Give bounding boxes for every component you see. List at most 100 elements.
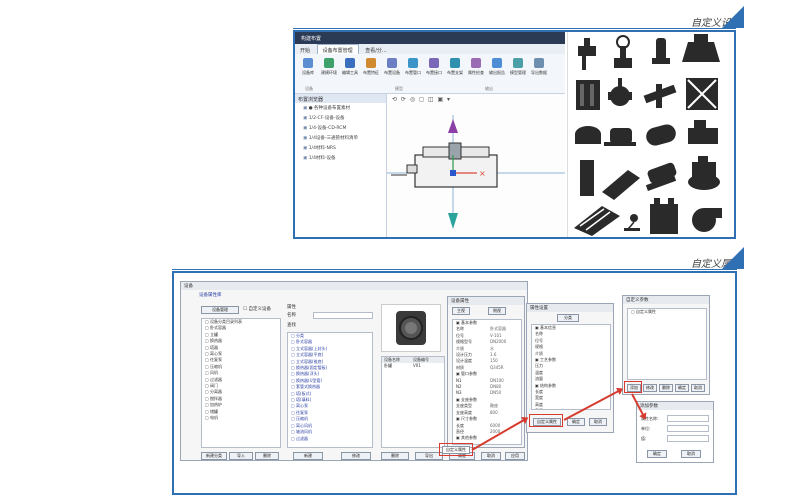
- round-tank-icon: [396, 311, 426, 345]
- list-item[interactable]: ▢ 自定义属性: [628, 309, 706, 315]
- ribbon-toolbar: 设备库 建模环境 编辑工具 布置特征 布置设备 布置管口 布置接口 布置支架 属性检查 输出报告模…: [295, 54, 565, 94]
- ribbon-button[interactable]: 模型管理: [509, 58, 527, 82]
- ribbon-button[interactable]: 布置特征: [362, 58, 380, 82]
- ok-button[interactable]: 确定: [647, 450, 667, 458]
- delete-device-button[interactable]: 删除: [381, 452, 409, 460]
- section-divider: [172, 269, 737, 270]
- tree-item[interactable]: 1/2-CF-设备-设备: [295, 113, 386, 123]
- ribbon-button-label: 布置管口: [405, 70, 421, 75]
- ribbon-button[interactable]: 设备库: [299, 58, 317, 82]
- tree-item[interactable]: 1/4材料-NRS: [295, 143, 386, 153]
- property-grid[interactable]: ▣ 基本信息名称位号规格介质▣ 工艺参数压力温度流量▣ 结构参数长度宽度高度重量…: [531, 324, 611, 410]
- tab-category[interactable]: 分类: [557, 314, 579, 322]
- app-title: 构建布置: [301, 36, 322, 42]
- tree-item[interactable]: 1/4-设备-CD-RCM: [295, 123, 386, 133]
- device-type-list[interactable]: ▢ 分类 ▢ 卧式容器 ▢ 立式容器(上封头) ▢ 立式容器(平底) ▢ 立式容器(锥底…: [287, 332, 373, 448]
- ribbon-button[interactable]: 布置管口: [404, 58, 422, 82]
- edit-device-button[interactable]: 修改: [341, 452, 371, 460]
- tab-side-view[interactable]: 侧视: [488, 307, 506, 315]
- custom-param-list[interactable]: ▢ 自定义属性: [627, 308, 707, 380]
- ribbon-button[interactable]: 布置接口: [425, 58, 443, 82]
- ribbon-group-label: 输出: [485, 86, 493, 91]
- ribbon-button-label: 布置特征: [363, 70, 379, 75]
- ribbon-button[interactable]: 编辑工具: [341, 58, 359, 82]
- tree-item[interactable]: ● 各种设备布置素材: [295, 103, 386, 113]
- cancel-button[interactable]: 取消: [691, 384, 705, 392]
- ok-button[interactable]: 确定: [567, 418, 585, 426]
- device-library-dialog: 设备 设备属性库 设备管理 ☐ 自定义设备 ▢ 设备分类目录列表 ▢ 卧式容器 ▢ …: [180, 281, 528, 461]
- equipment-model-view[interactable]: ×: [387, 105, 565, 235]
- ribbon-button[interactable]: 布置设备: [383, 58, 401, 82]
- property-value[interactable]: [571, 408, 610, 409]
- tab-front-view[interactable]: 主视: [452, 307, 470, 315]
- table-row[interactable]: 卧罐 V01: [382, 363, 444, 369]
- z-axis-arrow-icon: [448, 119, 458, 133]
- new-device-button[interactable]: 新建: [293, 452, 323, 460]
- apply-button[interactable]: 应用: [505, 452, 525, 460]
- ribbon-button[interactable]: 布置支架: [446, 58, 464, 82]
- cancel-button[interactable]: 取消: [589, 418, 607, 426]
- name-label: 名称: [287, 313, 296, 318]
- edit-param-button[interactable]: 修改: [643, 384, 657, 392]
- 3d-viewport[interactable]: ⟲ ⟳ ◎ ◻ ◫ ▣ ▾ ×: [387, 94, 565, 237]
- compressor-icon: [688, 120, 718, 144]
- property-row[interactable]: 重量: [532, 408, 610, 409]
- category-tree[interactable]: ▢ 设备分类目录列表 ▢ 卧式容器 ▢ 立罐 ▢ 换热器 ▢ 塔器 ▢ 离心泵 ▢ 往复泵 ▢…: [201, 318, 281, 448]
- tool-icon: [513, 58, 523, 68]
- tree-item[interactable]: 1/4材料-设备: [295, 153, 386, 163]
- tool-icon: [534, 58, 544, 68]
- blower-icon: [692, 208, 722, 232]
- ribbon-button-label: 布置支架: [447, 70, 463, 75]
- tool-icon: [450, 58, 460, 68]
- ribbon-button[interactable]: 属性检查: [467, 58, 485, 82]
- ribbon-button[interactable]: 建模环境: [320, 58, 338, 82]
- viewport-toolbar[interactable]: ⟲ ⟳ ◎ ◻ ◫ ▣ ▾: [387, 94, 565, 105]
- valve-icon: [578, 38, 596, 70]
- delete-button[interactable]: 删除: [255, 452, 279, 460]
- unit-input[interactable]: [667, 425, 709, 432]
- app-titlebar: 构建布置: [295, 32, 565, 44]
- table-cell: V01: [413, 363, 421, 368]
- cabinet-icon: [576, 80, 600, 110]
- tree-item[interactable]: 1/4设备-三通管材料清单: [295, 133, 386, 143]
- device-table[interactable]: 设备名称 设备编号 卧罐 V01: [381, 356, 445, 448]
- device-thumbnail-gallery: [567, 32, 734, 237]
- dialog-title: 添加参数: [637, 402, 713, 410]
- value-input[interactable]: [667, 435, 709, 442]
- grille-icon: [574, 206, 620, 236]
- ribbon-tabs: 开始 设备布置管理 查看/分...: [295, 44, 565, 56]
- ribbon-button-label: 布置接口: [426, 70, 442, 75]
- tool-icon: [387, 58, 397, 68]
- delete-param-button[interactable]: 删除: [659, 384, 673, 392]
- list-item[interactable]: ▢ 电机: [202, 415, 280, 421]
- device-preview: [381, 304, 441, 352]
- ok-button[interactable]: 确定: [675, 384, 689, 392]
- cancel-button[interactable]: 取消: [481, 452, 501, 460]
- ribbon-button-label: 设备库: [302, 70, 314, 75]
- dialog-title: 自定义参数: [623, 296, 709, 304]
- field-label: 值:: [641, 436, 647, 441]
- pipe-tee-icon: [643, 84, 677, 108]
- list-item[interactable]: ▢ 过滤器: [288, 436, 372, 442]
- ribbon-button[interactable]: 输出报告: [488, 58, 506, 82]
- ribbon-button[interactable]: 导出数据: [530, 58, 548, 82]
- attribute-name-input[interactable]: [667, 415, 709, 422]
- dialog-title: 属性设置: [527, 304, 613, 312]
- motor-icon: [645, 162, 677, 191]
- name-input[interactable]: [313, 312, 373, 319]
- cancel-button[interactable]: 取消: [681, 450, 701, 458]
- props-title: 属性: [287, 305, 296, 310]
- layout-browser-panel: 布置浏览器 ● 各种设备布置素材1/2-CF-设备-设备1/4-设备-CD-RC…: [295, 94, 387, 237]
- device-manage-button[interactable]: 设备管理: [201, 306, 239, 314]
- tool-icon: [429, 58, 439, 68]
- ball-valve-icon: [608, 78, 632, 106]
- tab-library[interactable]: 设备属性库: [199, 292, 222, 298]
- add-parameter-dialog: 添加参数 属性名称: 单位: 值: 确定 取消: [636, 401, 714, 463]
- import-button[interactable]: 导入: [229, 452, 253, 460]
- dialog-title: 设备: [181, 282, 527, 290]
- highlight-box: [624, 381, 642, 393]
- custom-device-checkbox[interactable]: ☐ 自定义设备: [243, 306, 271, 312]
- ribbon-button-label: 模型管理: [510, 70, 526, 75]
- tool-icon: [345, 58, 355, 68]
- new-category-button[interactable]: 新建分类: [201, 452, 227, 460]
